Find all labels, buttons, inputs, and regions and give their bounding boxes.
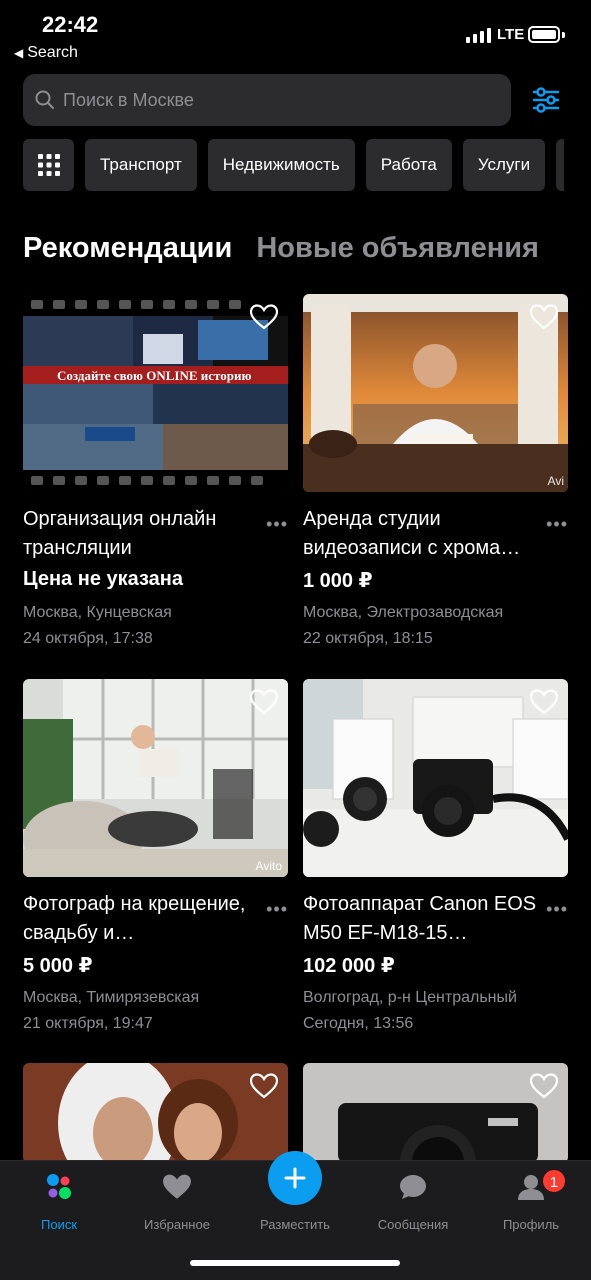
- listing-card[interactable]: Фотоаппарат Canon EOS M50 EF-M18-15… •••…: [303, 679, 568, 1032]
- listing-card[interactable]: Avito Фотограф на крещение, свадьбу и… •…: [23, 679, 288, 1032]
- listing-title[interactable]: Фотограф на крещение, свадьбу и…: [23, 890, 263, 948]
- category-realty[interactable]: Недвижимость: [207, 139, 355, 191]
- listing-location: Москва, Электрозаводская: [303, 604, 504, 621]
- listing-image: Avi: [303, 294, 568, 492]
- tab-favorites-label: Избранное: [144, 1217, 210, 1232]
- listing-location: Москва, Кунцевская: [23, 604, 172, 621]
- tab-profile-label: Профиль: [502, 1217, 560, 1232]
- category-services[interactable]: Услуги: [462, 139, 546, 191]
- listing-price: Цена не указана: [23, 568, 183, 590]
- listing-title[interactable]: Фотоаппарат Canon EOS M50 EF-M18-15…: [303, 890, 543, 948]
- tab-messages[interactable]: Сообщения: [358, 1171, 468, 1232]
- grid-icon: [37, 154, 60, 176]
- watermark-label: Avito: [255, 859, 282, 873]
- notification-badge: 1: [541, 1168, 567, 1194]
- more-options-icon[interactable]: •••: [546, 514, 568, 535]
- listing-image: Avito: [23, 679, 288, 877]
- tab-messages-label: Сообщения: [377, 1217, 449, 1232]
- filter-button[interactable]: [526, 80, 566, 120]
- back-label: Search: [27, 44, 78, 61]
- tab-search[interactable]: Поиск: [4, 1171, 114, 1232]
- all-categories-button[interactable]: [23, 139, 74, 191]
- more-options-icon[interactable]: •••: [546, 899, 568, 920]
- listing-date: 24 октября, 17:38: [23, 630, 153, 647]
- sliders-icon: [532, 87, 560, 113]
- back-arrow-icon: ◀: [14, 46, 24, 60]
- signal-icon: [466, 28, 491, 43]
- more-options-icon[interactable]: •••: [266, 899, 288, 920]
- listing-banner: Создайте свою ONLINE историю: [57, 368, 252, 383]
- tab-profile[interactable]: Профиль: [476, 1171, 586, 1232]
- battery-icon: [528, 26, 560, 43]
- listing-date: 22 октября, 18:15: [303, 630, 433, 647]
- feed-tabs: Рекомендации Новые объявления: [23, 232, 539, 265]
- favorite-heart-icon[interactable]: [530, 1073, 558, 1099]
- status-bar: 22:42 ◀ Search LTE: [0, 0, 591, 66]
- listing-title[interactable]: Организация онлайн трансляции: [23, 505, 263, 563]
- favorite-heart-icon[interactable]: [250, 304, 278, 330]
- favorite-heart-icon[interactable]: [530, 689, 558, 715]
- favorite-heart-icon[interactable]: [250, 1073, 278, 1099]
- category-more[interactable]: [556, 139, 565, 191]
- tab-post-label: Разместить: [260, 1217, 330, 1232]
- listing-card[interactable]: [23, 1063, 288, 1163]
- chat-bubble-icon: [400, 1175, 426, 1199]
- search-bar[interactable]: [23, 74, 511, 126]
- heart-icon: [163, 1174, 191, 1199]
- listing-location: Москва, Тимирязевская: [23, 989, 200, 1006]
- search-icon: [35, 90, 54, 109]
- listing-location: Волгоград, р-н Центральный: [303, 989, 517, 1006]
- listing-image: [23, 1063, 288, 1163]
- category-chips: Транспорт Недвижимость Работа Услуги: [23, 139, 565, 191]
- listing-card[interactable]: [303, 1063, 568, 1163]
- watermark-label: Avi: [547, 474, 564, 488]
- listing-card[interactable]: Создайте свою ONLINE историю Организация…: [23, 294, 288, 647]
- listing-image: [303, 679, 568, 877]
- listing-price: 1 000 ₽: [303, 570, 373, 592]
- search-input[interactable]: [63, 89, 483, 111]
- listing-date: Сегодня, 13:56: [303, 1015, 414, 1032]
- more-options-icon[interactable]: •••: [266, 514, 288, 535]
- tab-recommendations[interactable]: Рекомендации: [23, 232, 232, 265]
- listing-date: 21 октября, 19:47: [23, 1015, 153, 1032]
- home-indicator: [190, 1260, 400, 1266]
- status-time: 22:42: [42, 12, 99, 37]
- favorite-heart-icon[interactable]: [530, 304, 558, 330]
- listing-image: Создайте свою ONLINE историю: [23, 294, 288, 492]
- back-to-search-link[interactable]: ◀ Search: [14, 44, 78, 62]
- avito-dots-icon: [47, 1174, 71, 1199]
- listing-image: [303, 1063, 568, 1163]
- tab-new-listings[interactable]: Новые объявления: [256, 232, 539, 265]
- network-label: LTE: [497, 26, 525, 43]
- listing-price: 102 000 ₽: [303, 955, 395, 977]
- tab-post[interactable]: Разместить: [240, 1171, 350, 1232]
- listing-title[interactable]: Аренда студии видеозаписи с хрома…: [303, 505, 543, 563]
- listing-card[interactable]: Avi Аренда студии видеозаписи с хрома… •…: [303, 294, 568, 647]
- tab-favorites[interactable]: Избранное: [122, 1171, 232, 1232]
- category-transport[interactable]: Транспорт: [85, 139, 197, 191]
- favorite-heart-icon[interactable]: [250, 689, 278, 715]
- listing-price: 5 000 ₽: [23, 955, 93, 977]
- category-jobs[interactable]: Работа: [365, 139, 452, 191]
- tab-search-label: Поиск: [40, 1217, 78, 1232]
